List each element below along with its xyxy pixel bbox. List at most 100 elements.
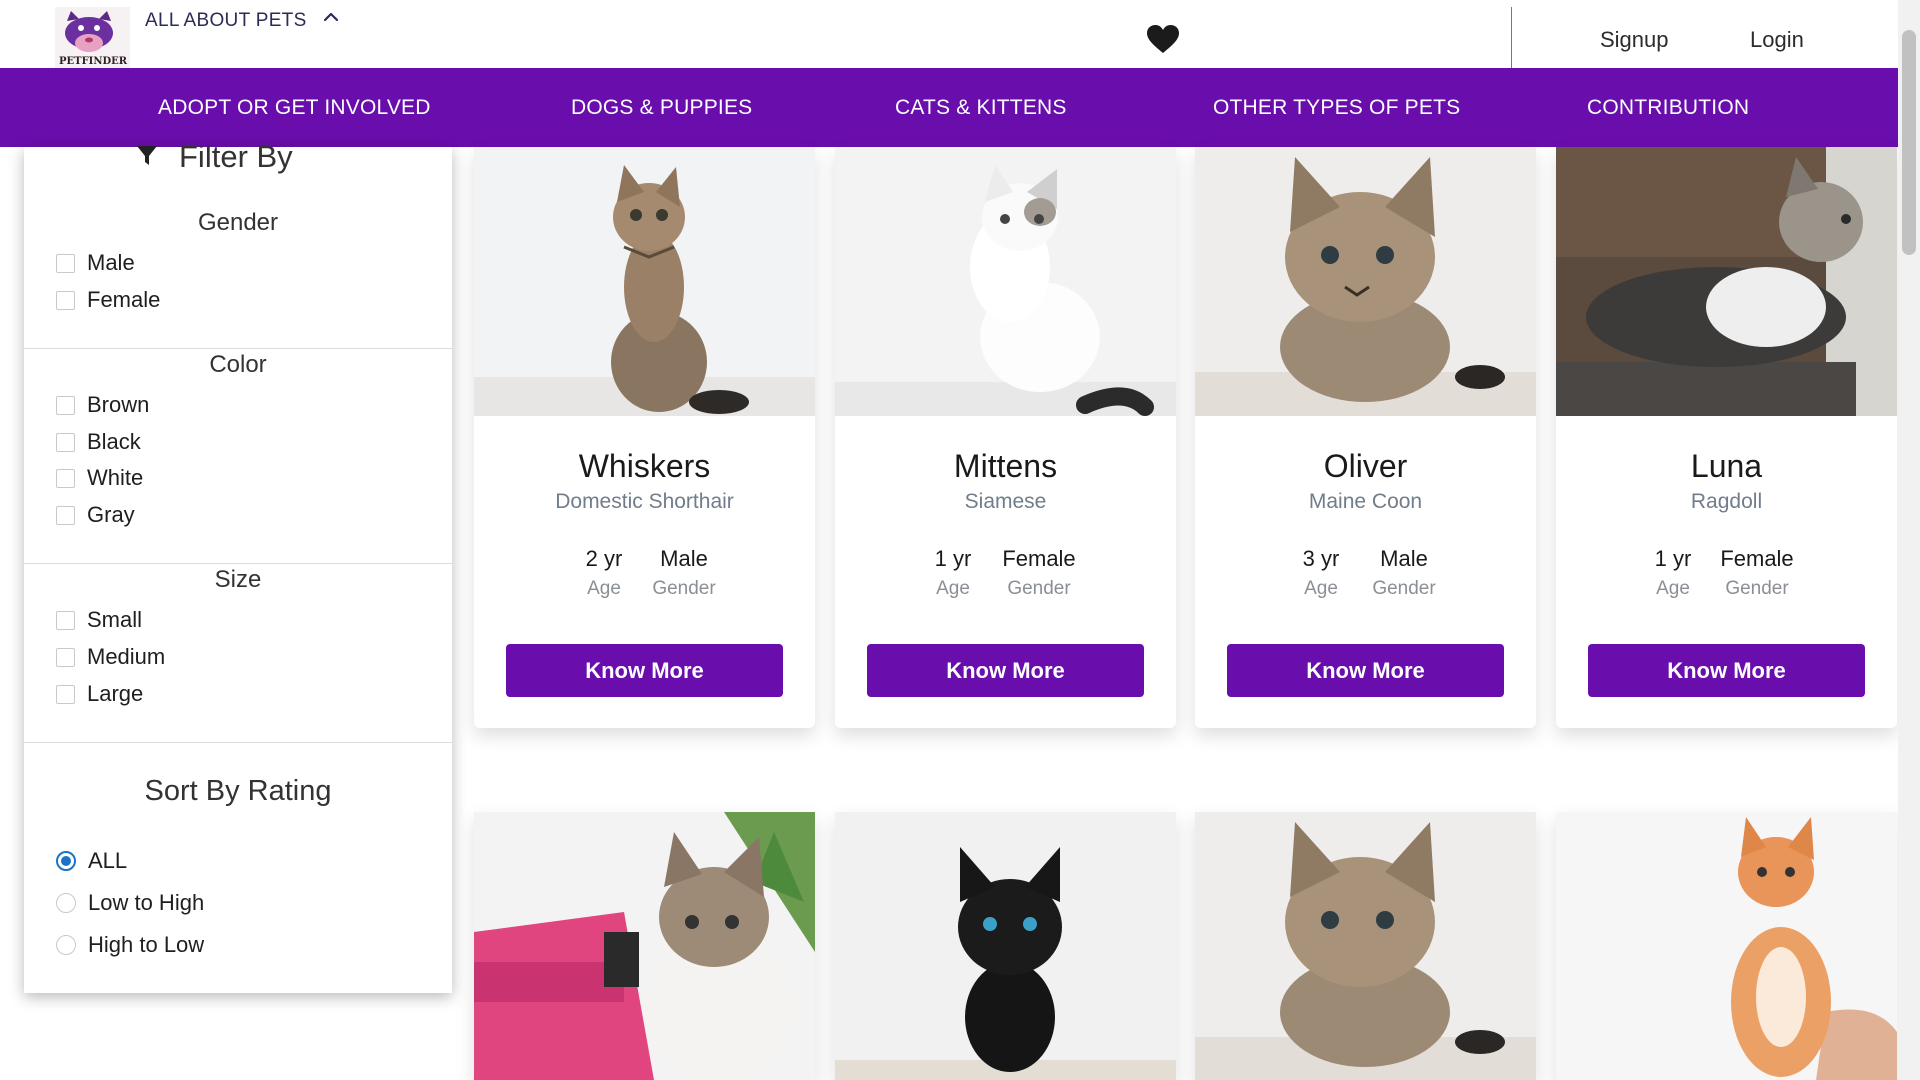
checkbox[interactable] (56, 432, 75, 452)
cat-logo-icon (65, 11, 113, 52)
pet-gender: Male Gender (1358, 546, 1450, 600)
tabby-kitten-photo (1195, 147, 1536, 416)
size-option-medium[interactable]: Medium (56, 644, 165, 670)
gender-value: Female (1720, 546, 1794, 571)
color-option-black[interactable]: Black (56, 429, 141, 455)
age-value: 3 yr (1302, 546, 1340, 571)
chevron-up-icon[interactable] (322, 9, 340, 25)
know-more-button[interactable]: Know More (867, 644, 1144, 697)
pet-card (835, 812, 1176, 1080)
option-label: Large (87, 681, 144, 706)
signup-link[interactable]: Signup (1600, 27, 1669, 53)
pet-card: Luna Ragdoll 1 yr Age Female Gender Know… (1556, 147, 1897, 728)
pet-card (1195, 812, 1536, 1080)
sort-option-high-low[interactable]: High to Low (56, 932, 204, 958)
pet-breed: Siamese (964, 490, 1047, 513)
checkbox[interactable] (56, 468, 75, 488)
size-option-small[interactable]: Small (56, 607, 142, 633)
pet-card: Oliver Maine Coon 3 yr Age Male Gender K… (1195, 147, 1536, 728)
sort-option-low-high[interactable]: Low to High (56, 890, 204, 916)
pet-name: Whiskers (578, 448, 711, 484)
divider (24, 563, 452, 564)
checkbox[interactable] (56, 505, 75, 525)
know-more-button[interactable]: Know More (1227, 644, 1504, 697)
tabby-kitten-photo (474, 147, 815, 416)
pet-breed: Domestic Shorthair (555, 490, 734, 513)
checkbox[interactable] (56, 684, 75, 704)
know-more-button[interactable]: Know More (506, 644, 783, 697)
color-option-brown[interactable]: Brown (56, 392, 149, 418)
pet-photo[interactable] (835, 147, 1176, 416)
petfinder-logo[interactable]: PETFINDER (55, 7, 130, 68)
gender-option-female[interactable]: Female (56, 287, 160, 313)
option-label: Gray (87, 502, 135, 527)
checkbox[interactable] (56, 253, 75, 273)
filter-sidebar: Filter By Gender Male Female Color Brown… (24, 139, 452, 993)
login-link[interactable]: Login (1750, 27, 1804, 53)
color-option-white[interactable]: White (56, 465, 143, 491)
age-label: Age (587, 578, 621, 599)
checkbox[interactable] (56, 290, 75, 310)
filter-title: Filter By (179, 139, 293, 174)
nav-cats-kittens[interactable]: CATS & KITTENS (895, 96, 1067, 120)
checkbox[interactable] (56, 647, 75, 667)
size-title: Size (214, 566, 262, 593)
option-label: Medium (87, 644, 166, 669)
pet-photo[interactable] (1556, 812, 1897, 1080)
pet-card: Whiskers Domestic Shorthair 2 yr Age Mal… (474, 147, 815, 728)
scrollbar-thumb[interactable] (1902, 30, 1916, 255)
heart-favorites-icon[interactable] (1146, 24, 1180, 54)
age-value: 1 yr (934, 546, 972, 571)
gender-option-male[interactable]: Male (56, 250, 135, 276)
nav-contribution[interactable]: CONTRIBUTION (1587, 96, 1749, 120)
radio[interactable] (56, 893, 76, 913)
nav-dogs-puppies[interactable]: DOGS & PUPPIES (571, 96, 752, 120)
pet-card (474, 812, 815, 1080)
gender-label: Gender (1725, 578, 1789, 599)
black-kitten-photo (835, 812, 1176, 1080)
pet-gender: Male Gender (639, 546, 729, 600)
radio[interactable] (56, 935, 76, 955)
kitten-with-pink-bed-photo (474, 812, 815, 1080)
option-label: ALL (88, 848, 128, 873)
checkbox[interactable] (56, 395, 75, 415)
logo-text: PETFINDER (59, 56, 128, 67)
brand-menu-toggle[interactable]: ALL ABOUT PETS (145, 10, 307, 32)
divider (24, 348, 452, 349)
pet-photo[interactable] (474, 812, 815, 1080)
option-label: High to Low (88, 932, 205, 957)
orange-kitten-photo (1556, 812, 1897, 1080)
pet-photo[interactable] (1195, 147, 1536, 416)
sort-title: Sort By Rating (144, 775, 332, 807)
gender-value: Female (1002, 546, 1076, 571)
top-header: PETFINDER ALL ABOUT PETS Signup Login (0, 0, 1898, 68)
know-more-button[interactable]: Know More (1588, 644, 1865, 697)
gender-label: Gender (1372, 578, 1436, 599)
pet-photo[interactable] (1556, 147, 1897, 416)
pet-photo[interactable] (474, 147, 815, 416)
nav-adopt[interactable]: ADOPT OR GET INVOLVED (158, 96, 431, 120)
gender-value: Male (1380, 546, 1428, 571)
pet-card: Mittens Siamese 1 yr Age Female Gender K… (835, 147, 1176, 728)
size-option-large[interactable]: Large (56, 681, 143, 707)
sort-option-all[interactable]: ALL (56, 848, 127, 874)
page-scrollbar[interactable] (1898, 0, 1920, 1080)
radio-selected[interactable] (56, 851, 76, 871)
pet-photo[interactable] (835, 812, 1176, 1080)
age-label: Age (1656, 578, 1690, 599)
divider (24, 742, 452, 743)
gender-title: Gender (197, 209, 279, 236)
option-label: Black (87, 429, 141, 454)
gender-value: Male (660, 546, 708, 571)
option-label: Low to High (88, 890, 205, 915)
checkbox[interactable] (56, 610, 75, 630)
color-option-gray[interactable]: Gray (56, 502, 135, 528)
nav-other-pets[interactable]: OTHER TYPES OF PETS (1213, 96, 1460, 120)
tabby-kitten-photo (1195, 812, 1536, 1080)
pet-photo[interactable] (1195, 812, 1536, 1080)
pet-card (1556, 812, 1897, 1080)
pet-breed: Maine Coon (1308, 490, 1423, 513)
white-kitten-photo (835, 147, 1176, 416)
age-value: 2 yr (585, 546, 623, 571)
gender-label: Gender (652, 578, 716, 599)
